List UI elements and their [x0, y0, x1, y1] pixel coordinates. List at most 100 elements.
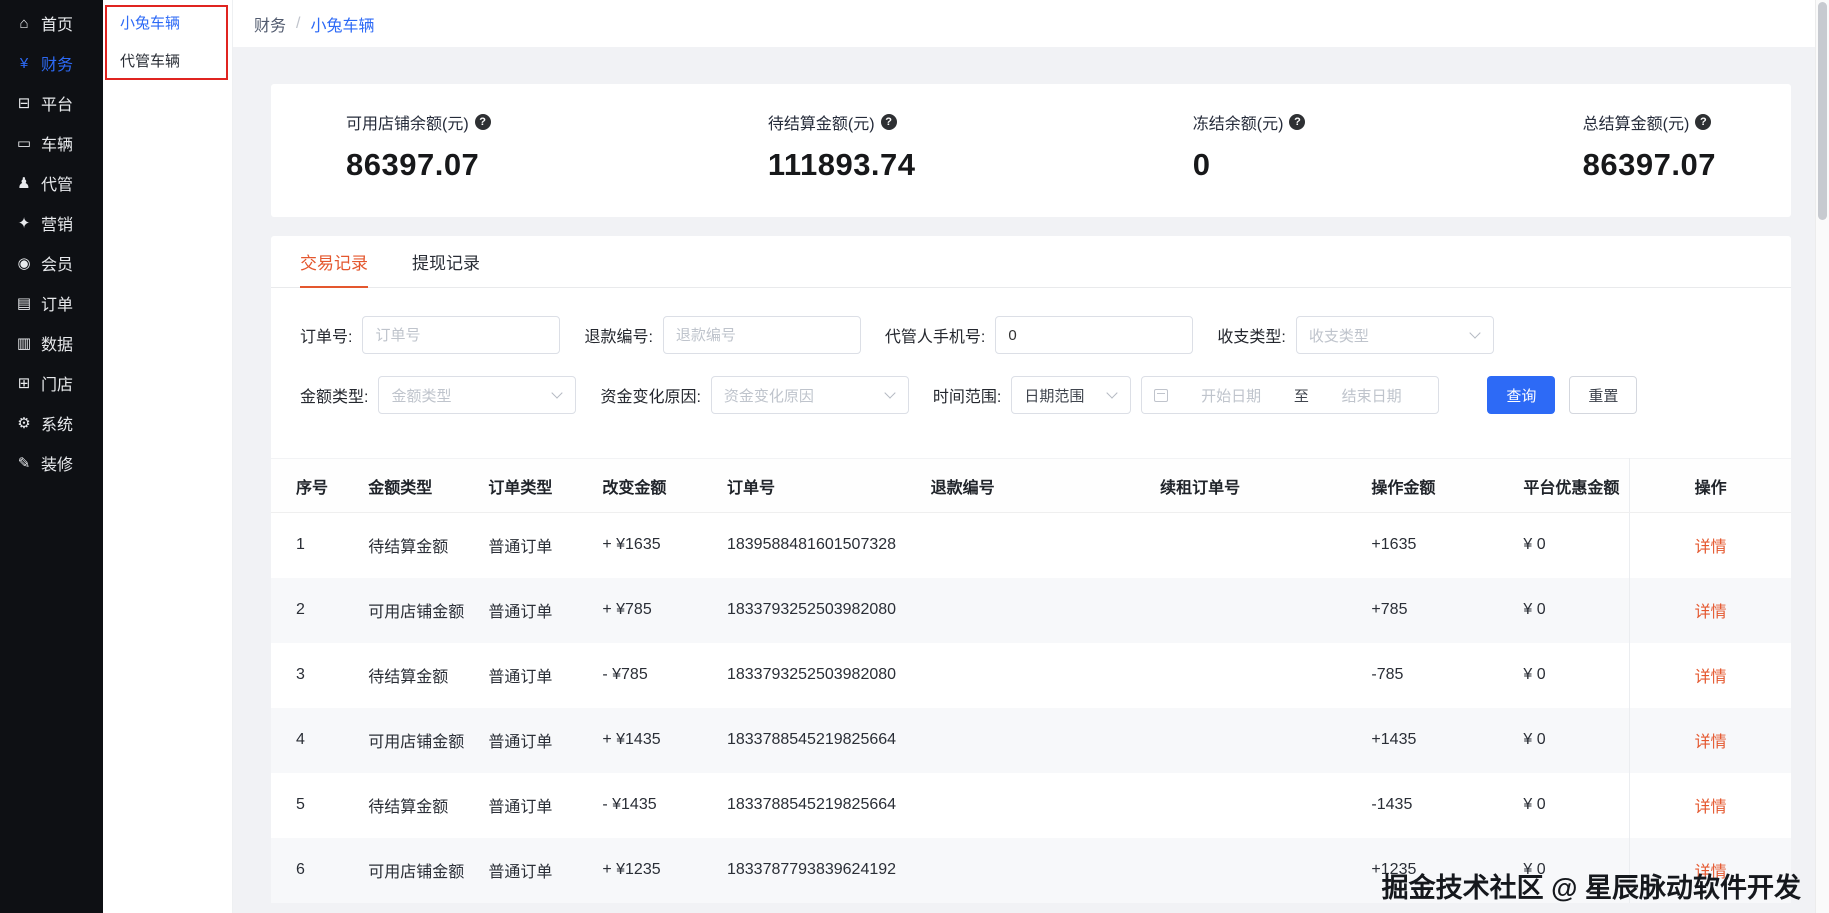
submenu-item[interactable]: 小兔车辆 — [103, 5, 232, 43]
home-icon: ⌂ — [19, 14, 29, 32]
cell-index: 3 — [296, 666, 305, 683]
sidebar-item[interactable]: ⊟ 平台 — [0, 83, 103, 123]
chevron-down-icon — [551, 387, 564, 399]
help-icon[interactable] — [1289, 114, 1306, 130]
secondary-sidebar: 小兔车辆 代管车辆 — [103, 0, 233, 913]
help-icon[interactable] — [1695, 114, 1712, 130]
filter-income-type: 收支类型: 收支类型 — [1217, 316, 1494, 354]
breadcrumb-parent[interactable]: 财务 — [254, 12, 286, 36]
sidebar-item[interactable]: ▭ 车辆 — [0, 123, 103, 163]
sidebar-item-label: 首页 — [41, 17, 74, 34]
column-header: 退款编号 — [930, 458, 1161, 513]
stat-block: 冻结余额(元) 0 — [1193, 110, 1306, 217]
date-range-type-select[interactable]: 日期范围 — [1011, 376, 1132, 414]
stat-value: 111893.74 — [767, 147, 916, 182]
calendar-icon — [1154, 388, 1169, 402]
time-range-label: 时间范围: — [932, 389, 1002, 406]
sidebar-item[interactable]: ✎ 装修 — [0, 443, 103, 483]
filter-order-no: 订单号: — [300, 316, 561, 354]
stat-value: 86397.07 — [1582, 147, 1716, 182]
refund-no-input[interactable] — [662, 316, 861, 354]
table-row[interactable]: 3 待结算金额 普通订单 - ¥785 1833793252503982080 … — [271, 642, 1791, 708]
filter-amount-type: 金额类型: 金额类型 — [300, 376, 577, 414]
transactions-table: 序号 金额类型 订单类型 改变金额 订单号 退款编号 续租订单号 操作金额 平台… — [271, 458, 1791, 903]
change-reason-select[interactable]: 资金变化原因 — [710, 376, 909, 414]
sidebar-item[interactable]: ▥ 数据 — [0, 323, 103, 363]
reset-button[interactable]: 重置 — [1569, 376, 1638, 414]
cell-amount-type: 可用店铺金额 — [368, 734, 465, 751]
sidebar-item[interactable]: ▤ 订单 — [0, 283, 103, 323]
sidebar-item[interactable]: ⊞ 门店 — [0, 363, 103, 403]
income-type-label: 收支类型: — [1217, 329, 1286, 346]
tab[interactable]: 交易记录 — [300, 236, 368, 288]
column-header-label: 订单号 — [726, 479, 775, 497]
sidebar-item-label: 平台 — [41, 97, 74, 114]
cell-platform-discount: ¥ 0 — [1523, 666, 1546, 683]
amount-type-placeholder: 金额类型 — [391, 387, 452, 405]
cell-amount-type: 待结算金额 — [368, 799, 449, 816]
table-row[interactable]: 4 可用店铺金额 普通订单 + ¥1435 183378854521982566… — [271, 707, 1791, 773]
vehicle-icon: ▭ — [16, 135, 32, 152]
records-panel: 交易记录 提现记录 订单号: 退款编号: 代管人手机号: — [271, 236, 1791, 903]
column-header-label: 退款编号 — [930, 479, 995, 497]
date-range-picker[interactable]: 开始日期 至 结束日期 — [1141, 376, 1440, 414]
income-type-select[interactable]: 收支类型 — [1295, 316, 1494, 354]
sidebar-item[interactable]: ◉ 会员 — [0, 243, 103, 283]
sidebar-item-label: 数据 — [41, 337, 74, 354]
help-icon[interactable] — [474, 114, 491, 130]
change-reason-label: 资金变化原因: — [600, 389, 701, 406]
sidebar-item[interactable]: ♟ 代管 — [0, 163, 103, 203]
order-no-input[interactable] — [362, 316, 561, 354]
marketing-icon: ✦ — [17, 215, 31, 232]
submenu-item[interactable]: 代管车辆 — [103, 43, 232, 81]
cell-op-amount: -785 — [1371, 666, 1404, 683]
column-header: 改变金额 — [602, 458, 727, 513]
sidebar-item[interactable]: ✦ 营销 — [0, 203, 103, 243]
detail-link[interactable]: 详情 — [1695, 604, 1727, 621]
cell-change-amount: - ¥1435 — [602, 796, 657, 813]
table-row[interactable]: 5 待结算金额 普通订单 - ¥1435 1833788545219825664… — [271, 772, 1791, 838]
filter-change-reason: 资金变化原因: 资金变化原因 — [600, 376, 909, 414]
column-header: 操作金额 — [1371, 458, 1524, 513]
watermark-text: 掘金技术社区 @ 星辰脉动软件开发 — [1381, 873, 1801, 903]
cell-amount-type: 可用店铺金额 — [368, 604, 465, 621]
column-header-label: 订单类型 — [488, 479, 553, 497]
filter-time-range: 时间范围: 日期范围 开始日期 至 结束日期 — [932, 376, 1440, 414]
cell-change-amount: + ¥785 — [602, 601, 652, 618]
vertical-scrollbar[interactable] — [1815, 0, 1829, 913]
detail-link[interactable]: 详情 — [1695, 799, 1727, 816]
sidebar-item[interactable]: ⌂ 首页 — [0, 3, 103, 43]
cell-order-type: 普通订单 — [488, 864, 553, 881]
table-row[interactable]: 2 可用店铺金额 普通订单 + ¥785 1833793252503982080… — [271, 577, 1791, 643]
cell-order-type: 普通订单 — [488, 799, 553, 816]
amount-type-select[interactable]: 金额类型 — [378, 376, 577, 414]
sidebar-item-label: 门店 — [41, 377, 74, 394]
start-date-placeholder: 开始日期 — [1201, 387, 1262, 405]
stat-label: 冻结余额(元) — [1192, 116, 1284, 133]
search-button[interactable]: 查询 — [1487, 376, 1556, 414]
sidebar-item[interactable]: ⚙ 系统 — [0, 403, 103, 443]
sidebar-item-label: 会员 — [41, 257, 74, 274]
detail-link[interactable]: 详情 — [1695, 734, 1727, 751]
table-row[interactable]: 1 待结算金额 普通订单 + ¥1635 1839588481601507328… — [271, 512, 1791, 578]
cell-index: 5 — [296, 796, 305, 813]
cell-op-amount: +1635 — [1371, 536, 1417, 554]
detail-link[interactable]: 详情 — [1695, 539, 1727, 556]
phone-input[interactable] — [995, 316, 1194, 354]
breadcrumb-current[interactable]: 小兔车辆 — [310, 12, 374, 36]
cell-amount-type: 可用店铺金额 — [368, 864, 465, 881]
decorate-icon: ✎ — [17, 455, 31, 472]
help-icon[interactable] — [880, 114, 897, 130]
scrollbar-thumb[interactable] — [1818, 2, 1827, 220]
stat-value: 86397.07 — [346, 147, 480, 182]
cell-order-no: 1833793252503982080 — [726, 601, 897, 618]
cell-amount-type: 待结算金额 — [368, 539, 449, 557]
cell-platform-discount: ¥ 0 — [1523, 796, 1546, 813]
sidebar-item[interactable]: ¥ 财务 — [0, 43, 103, 83]
submenu-item-label: 代管车辆 — [120, 53, 181, 70]
cell-order-type: 普通订单 — [488, 669, 553, 686]
order-icon: ▤ — [16, 295, 32, 312]
amount-type-label: 金额类型: — [300, 389, 369, 406]
tab[interactable]: 提现记录 — [412, 236, 480, 287]
detail-link[interactable]: 详情 — [1695, 669, 1727, 686]
